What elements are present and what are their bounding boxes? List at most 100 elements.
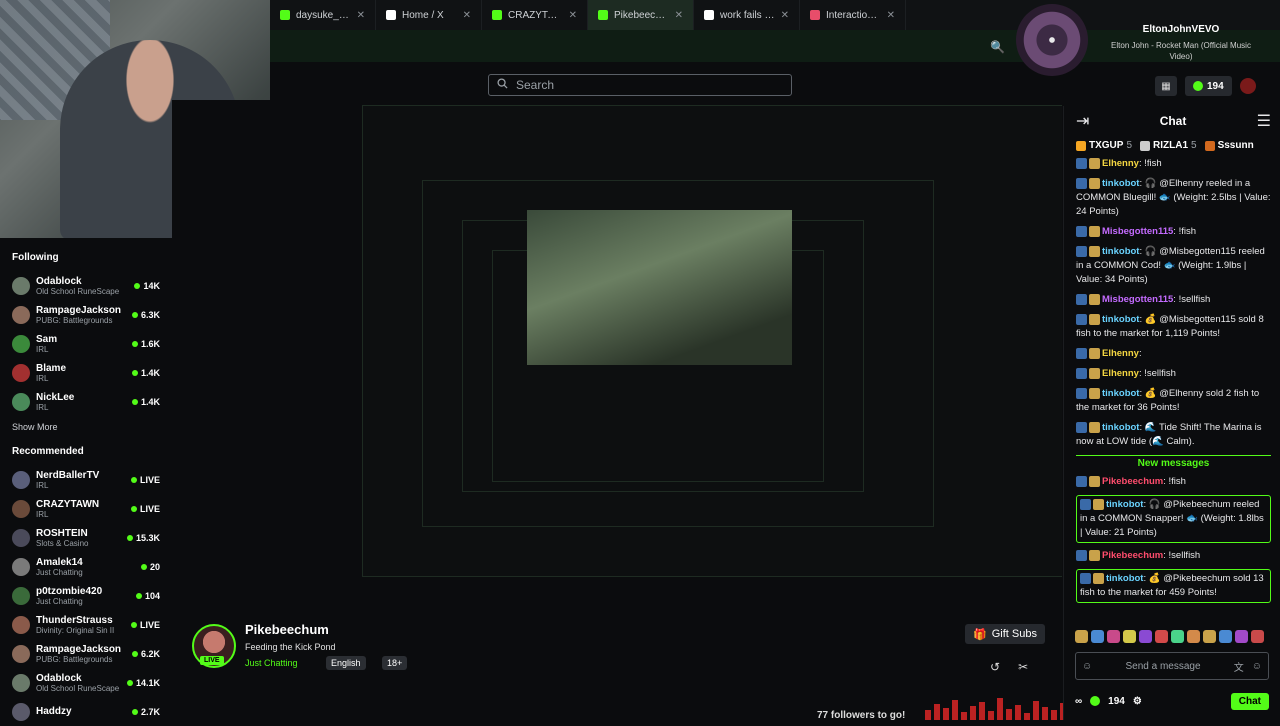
clipboard-icon[interactable]: ▦ <box>1155 76 1177 96</box>
top-gifter[interactable]: RIZLA1 5 <box>1140 140 1197 151</box>
subscriber-badge-icon <box>1076 475 1087 487</box>
subscriber-badge-icon <box>1076 347 1087 359</box>
now-playing-track: Elton John - Rocket Man (Official Music … <box>1111 41 1251 61</box>
chat-footer: ∞ 194 ⚙ Chat <box>1075 690 1269 712</box>
emoji-icon[interactable]: ☺ <box>1252 661 1262 672</box>
sidebar-channel-row[interactable]: p0tzombie420 Just Chatting 104 <box>0 581 172 610</box>
sidebar-channel-row[interactable]: Odablock Old School RuneScape 14.1K <box>0 668 172 697</box>
emote-icon[interactable] <box>1171 630 1184 643</box>
chat-username[interactable]: Elhenny <box>1102 348 1139 359</box>
close-tab-icon[interactable]: ✕ <box>675 10 683 21</box>
channel-name: Odablock <box>36 672 82 684</box>
chat-username[interactable]: tinkobot <box>1102 388 1139 399</box>
translate-icon[interactable]: 文 <box>1234 659 1244 674</box>
new-messages-divider[interactable]: New messages <box>1076 455 1271 469</box>
chat-username[interactable]: tinkobot <box>1102 422 1139 433</box>
live-badge: LIVE <box>200 656 224 665</box>
chat-username[interactable]: tinkobot <box>1102 314 1139 325</box>
chat-text: !fish <box>1168 476 1186 487</box>
collapse-chat-icon[interactable]: ⇥ <box>1076 111 1089 131</box>
close-tab-icon[interactable]: ✕ <box>357 10 365 21</box>
chat-username[interactable]: Elhenny <box>1102 158 1139 169</box>
sidebar-channel-row[interactable]: NerdBallerTV IRL LIVE <box>0 465 172 494</box>
emote-icon[interactable] <box>1187 630 1200 643</box>
sidebar-channel-row[interactable]: RampageJackson PUBG: Battlegrounds 6.2K <box>0 639 172 668</box>
meter-bar <box>934 704 940 720</box>
close-tab-icon[interactable]: ✕ <box>887 10 895 21</box>
gift-subs-button[interactable]: 🎁 Gift Subs <box>965 624 1045 644</box>
top-gifter[interactable]: TXGUP 5 <box>1076 140 1132 151</box>
viewer-count: 1.4K <box>140 396 160 407</box>
sidebar-channel-row[interactable]: CRAZYTAWN IRL LIVE <box>0 494 172 523</box>
sidebar-channel-row[interactable]: Amalek14 Just Chatting 20 <box>0 552 172 581</box>
gifter-count: 5 <box>1191 140 1197 151</box>
sidebar-channel-row[interactable]: ROSHTEIN Slots & Casino 15.3K <box>0 523 172 552</box>
browser-tab[interactable]: work fails - Searc ✕ <box>694 0 800 30</box>
clip-icon[interactable]: ✂ <box>1018 660 1028 674</box>
close-tab-icon[interactable]: ✕ <box>569 10 577 21</box>
emote-icon[interactable] <box>1123 630 1136 643</box>
search-input[interactable]: Search <box>516 78 554 92</box>
chat-username[interactable]: Pikebeechum <box>1102 550 1163 561</box>
channel-viewers: 1.4K <box>131 396 160 407</box>
settings-gear-icon[interactable]: ⚙ <box>1133 696 1142 707</box>
infinity-icon[interactable]: ∞ <box>1075 696 1082 707</box>
sidebar-channel-row[interactable]: Haddzy 2.7K <box>0 697 172 726</box>
browser-tab[interactable]: Pikebeechum ✕ <box>588 0 694 30</box>
chat-username[interactable]: tinkobot <box>1106 499 1143 510</box>
close-tab-icon[interactable]: ✕ <box>463 10 471 21</box>
chat-username[interactable]: tinkobot <box>1102 178 1139 189</box>
chat-send-button[interactable]: Chat <box>1230 692 1269 710</box>
stream-category[interactable]: Just Chatting <box>245 658 298 668</box>
share-icon[interactable]: ↺ <box>990 660 1000 674</box>
chat-username[interactable]: Pikebeechum <box>1102 476 1163 487</box>
sidebar-channel-row[interactable]: Blame IRL 1.4K <box>0 358 172 387</box>
close-tab-icon[interactable]: ✕ <box>781 10 789 21</box>
user-avatar[interactable] <box>1239 78 1256 94</box>
stream-title: Feeding the Kick Pond <box>245 642 336 652</box>
chat-username[interactable]: Misbegotten115 <box>1102 294 1173 305</box>
channel-viewers: 1.6K <box>131 339 160 349</box>
browser-tab[interactable]: CRAZYTAWN ✕ <box>482 0 588 30</box>
chat-username[interactable]: tinkobot <box>1106 573 1143 584</box>
search-bar[interactable]: Search <box>488 74 792 96</box>
sidebar-channel-row[interactable]: ThunderStrauss Divinity: Original Sin II L… <box>0 610 172 639</box>
sidebar-channel-row[interactable]: Odablock Old School RuneScape 14K <box>0 271 172 300</box>
emote-icon[interactable] <box>1091 630 1104 643</box>
kicks-balance[interactable]: 194 <box>1185 76 1232 96</box>
tag-language[interactable]: English <box>326 656 366 670</box>
tab-title: daysuke_uwu Stre <box>296 9 351 21</box>
emote-icon[interactable] <box>1139 630 1152 643</box>
channel-text: ThunderStrauss Divinity: Original Sin II <box>36 615 125 635</box>
browser-tab[interactable]: Home / X ✕ <box>376 0 482 30</box>
browser-tab[interactable]: daysuke_uwu Stre ✕ <box>270 0 376 30</box>
top-gifter[interactable]: Sssunn <box>1204 140 1257 151</box>
emote-icon[interactable] <box>1203 630 1216 643</box>
chat-input[interactable]: ☺ Send a message 文 ☺ <box>1075 652 1269 680</box>
sidebar-channel-row[interactable]: NickLee IRL 1.4K <box>0 387 172 416</box>
chat-username[interactable]: tinkobot <box>1102 246 1139 257</box>
sidebar-channel-row[interactable]: Sam IRL 1.6K <box>0 329 172 358</box>
emote-icon[interactable] <box>1155 630 1168 643</box>
emote-icon[interactable] <box>1219 630 1232 643</box>
browser-tab[interactable]: Interaction | BotR ✕ <box>800 0 906 30</box>
emoji-left-icon[interactable]: ☺ <box>1082 661 1092 672</box>
streamer-name[interactable]: Pikebeechum <box>245 622 329 637</box>
chat-username[interactable]: Elhenny <box>1102 368 1139 379</box>
tag-mature[interactable]: 18+ <box>382 656 408 670</box>
emote-icon[interactable] <box>1251 630 1264 643</box>
chat-input-placeholder[interactable]: Send a message <box>1100 661 1226 672</box>
emote-bar[interactable] <box>1075 630 1264 643</box>
meter-bar <box>1024 713 1030 720</box>
chat-users-icon[interactable]: ☰ <box>1257 111 1271 131</box>
zoom-icon[interactable]: 🔍 <box>990 40 1005 54</box>
chat-text: !sellfish <box>1178 294 1211 305</box>
sidebar-channel-row[interactable]: RampageJackson PUBG: Battlegrounds 6.3K <box>0 300 172 329</box>
channel-text: Odablock Old School RuneScape <box>36 276 128 296</box>
emote-icon[interactable] <box>1075 630 1088 643</box>
emote-icon[interactable] <box>1235 630 1248 643</box>
chat-username[interactable]: Misbegotten115 <box>1102 226 1173 237</box>
show-more-link[interactable]: Show More <box>0 416 172 432</box>
emote-icon[interactable] <box>1107 630 1120 643</box>
viewer-count: 20 <box>149 561 160 572</box>
